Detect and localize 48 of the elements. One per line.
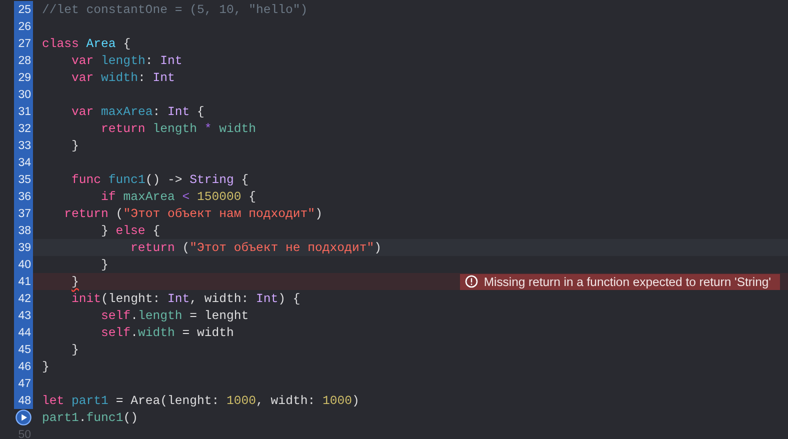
code-line: var maxArea: Int { <box>70 104 206 118</box>
line-number: 46 <box>14 358 33 375</box>
line-number: 25 <box>14 1 33 18</box>
line-number: 29 <box>14 69 33 86</box>
line-number: 31 <box>14 103 33 120</box>
code-line: func func1() -> String { <box>70 172 250 186</box>
code-line: init(lenght: Int, width: Int) { <box>70 292 302 306</box>
line-number: 35 <box>14 171 33 188</box>
code-line: return length * width <box>100 122 258 136</box>
code-line: self.width = width <box>100 326 235 340</box>
code-line: } else { <box>100 224 162 238</box>
code-line: var length: Int <box>70 54 184 68</box>
code-line: } <box>70 138 80 152</box>
code-line: //let constantOne = (5, 10, "hello") <box>42 2 309 16</box>
line-number: 27 <box>14 35 33 52</box>
line-number: 40 <box>14 256 33 273</box>
line-number: 30 <box>14 86 33 103</box>
code-line: } <box>70 342 80 356</box>
code-line: return ("Этот объект не подходит") <box>130 240 382 254</box>
code-line: part1.func1() <box>42 410 139 424</box>
code-line: } <box>70 274 80 288</box>
line-number: 48 <box>14 392 33 409</box>
error-text: Missing return in a function expected to return 'String' <box>484 274 771 288</box>
line-number: 34 <box>14 154 33 171</box>
line-number: 39 <box>14 239 33 256</box>
line-number: 36 <box>14 188 33 205</box>
line-number: 26 <box>14 18 33 35</box>
error-icon <box>464 275 478 288</box>
line-number: 45 <box>14 341 33 358</box>
line-number: 33 <box>14 137 33 154</box>
line-number: 42 <box>14 290 33 307</box>
code-line: self.length = lenght <box>100 308 250 322</box>
line-number: 44 <box>14 324 33 341</box>
code-line: class Area { <box>42 36 132 50</box>
line-number: 43 <box>14 307 33 324</box>
line-number: 28 <box>14 52 33 69</box>
code-line: if maxArea < 150000 { <box>100 190 258 204</box>
line-number: 41 <box>14 273 33 290</box>
code-line: return ("Этот объект нам подходит") <box>63 206 324 220</box>
code-line: var width: Int <box>70 70 176 84</box>
line-number: 38 <box>14 222 33 239</box>
code-line: } <box>100 258 110 272</box>
line-number: 32 <box>14 120 33 137</box>
code-line: let part1 = Area(lenght: 1000, width: 1000) <box>42 394 360 408</box>
code-line: } <box>42 360 50 374</box>
line-number: 47 <box>14 375 33 392</box>
line-number: 37 <box>14 205 33 222</box>
run-button[interactable] <box>15 409 32 426</box>
